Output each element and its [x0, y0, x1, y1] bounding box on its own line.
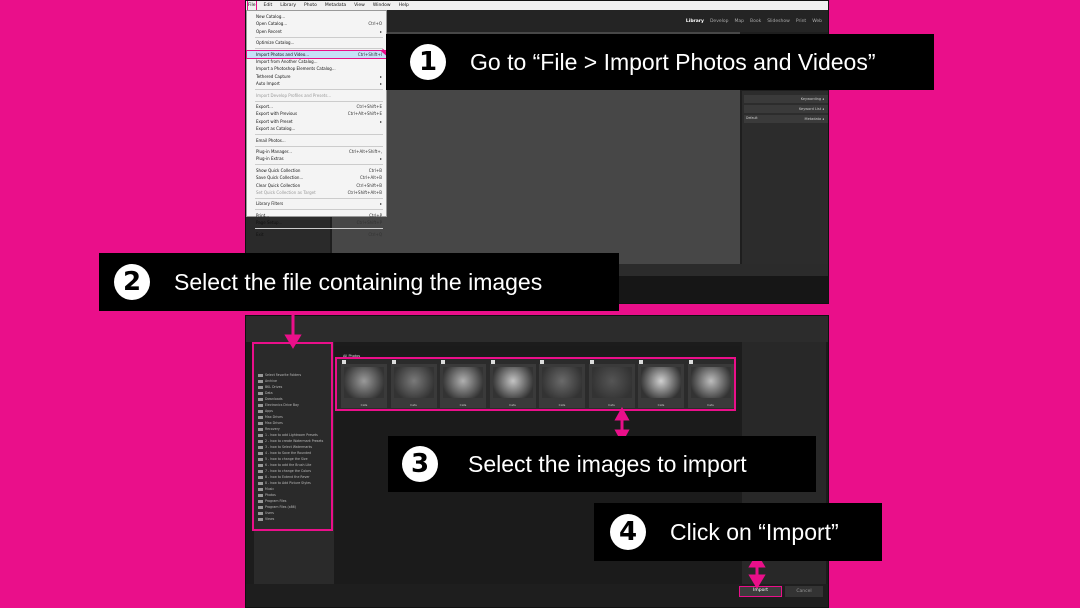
step-text: Click on “Import” [670, 518, 839, 545]
step-number: 4 [610, 514, 646, 550]
callout-step-4: 4 Click on “Import” [594, 503, 882, 561]
step-text: Select the file containing the images [174, 268, 543, 295]
arrow-4-head-bottom [748, 574, 766, 589]
step-number: 2 [114, 264, 150, 300]
step-number: 3 [402, 446, 438, 482]
arrow-2-head-bottom [284, 334, 302, 349]
arrow-3-head-top [614, 406, 630, 421]
step-number: 1 [410, 44, 446, 80]
callout-step-1: 1 Go to “File > Import Photos and Videos… [386, 34, 934, 90]
callout-step-2: 2 Select the file containing the images [99, 253, 619, 311]
step-text: Go to “File > Import Photos and Videos” [470, 48, 876, 75]
callout-step-3: 3 Select the images to import [388, 436, 816, 492]
step-text: Select the images to import [468, 450, 747, 477]
